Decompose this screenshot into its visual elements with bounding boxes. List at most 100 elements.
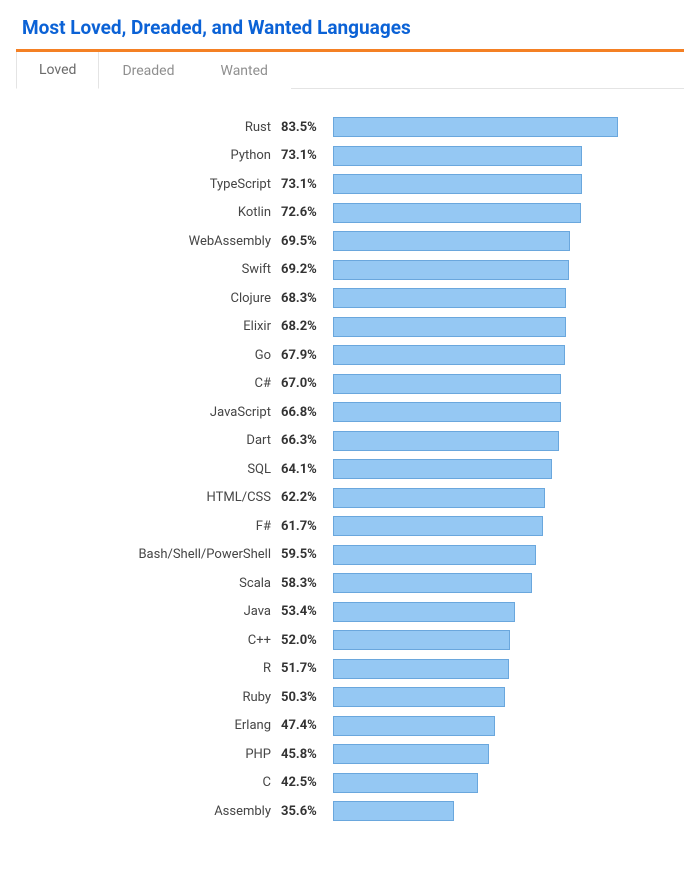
bar xyxy=(333,716,495,736)
bar-track xyxy=(333,402,674,422)
value-label: 72.6% xyxy=(281,205,333,220)
category-label: TypeScript xyxy=(16,177,281,192)
category-label: F# xyxy=(16,519,281,534)
bar xyxy=(333,288,566,308)
tab-wanted[interactable]: Wanted xyxy=(198,52,291,89)
bar xyxy=(333,345,565,365)
bar xyxy=(333,687,505,707)
tab-loved[interactable]: Loved xyxy=(16,52,99,89)
chart-row: TypeScript73.1% xyxy=(16,170,674,199)
category-label: C xyxy=(16,775,281,790)
bar-track xyxy=(333,459,674,479)
tab-dreaded[interactable]: Dreaded xyxy=(99,52,197,89)
bar xyxy=(333,402,561,422)
chart-row: Go67.9% xyxy=(16,341,674,370)
chart-row: Java53.4% xyxy=(16,598,674,627)
chart-row: Rust83.5% xyxy=(16,113,674,142)
value-label: 67.0% xyxy=(281,376,333,391)
category-label: Go xyxy=(16,348,281,363)
page-title: Most Loved, Dreaded, and Wanted Language… xyxy=(22,16,684,39)
value-label: 83.5% xyxy=(281,120,333,135)
tabs: Loved Dreaded Wanted xyxy=(16,49,684,89)
chart-row: Assembly35.6% xyxy=(16,797,674,826)
category-label: Erlang xyxy=(16,718,281,733)
chart-row: Python73.1% xyxy=(16,142,674,171)
value-label: 66.8% xyxy=(281,405,333,420)
category-label: SQL xyxy=(16,462,281,477)
bar xyxy=(333,602,515,622)
category-label: Rust xyxy=(16,120,281,135)
chart-row: Dart66.3% xyxy=(16,427,674,456)
value-label: 69.5% xyxy=(281,234,333,249)
bar xyxy=(333,203,581,223)
value-label: 42.5% xyxy=(281,775,333,790)
bar-chart: Rust83.5%Python73.1%TypeScript73.1%Kotli… xyxy=(16,89,684,826)
bar-track xyxy=(333,431,674,451)
chart-row: F#61.7% xyxy=(16,512,674,541)
tab-label: Wanted xyxy=(221,63,268,79)
bar xyxy=(333,174,582,194)
chart-row: PHP45.8% xyxy=(16,740,674,769)
chart-row: R51.7% xyxy=(16,655,674,684)
bar xyxy=(333,773,478,793)
bar-track xyxy=(333,488,674,508)
value-label: 66.3% xyxy=(281,433,333,448)
category-label: Ruby xyxy=(16,690,281,705)
value-label: 58.3% xyxy=(281,576,333,591)
value-label: 47.4% xyxy=(281,718,333,733)
category-label: C# xyxy=(16,376,281,391)
bar xyxy=(333,260,569,280)
bar xyxy=(333,630,510,650)
value-label: 64.1% xyxy=(281,462,333,477)
category-label: Dart xyxy=(16,433,281,448)
chart-row: WebAssembly69.5% xyxy=(16,227,674,256)
category-label: R xyxy=(16,661,281,676)
bar xyxy=(333,573,532,593)
bar-track xyxy=(333,773,674,793)
bar xyxy=(333,117,618,137)
chart-row: Ruby50.3% xyxy=(16,683,674,712)
bar-track xyxy=(333,545,674,565)
bar-track xyxy=(333,203,674,223)
value-label: 73.1% xyxy=(281,148,333,163)
bar-track xyxy=(333,374,674,394)
value-label: 67.9% xyxy=(281,348,333,363)
chart-row: HTML/CSS62.2% xyxy=(16,484,674,513)
value-label: 35.6% xyxy=(281,804,333,819)
bar-track xyxy=(333,716,674,736)
category-label: C++ xyxy=(16,633,281,648)
value-label: 69.2% xyxy=(281,262,333,277)
value-label: 61.7% xyxy=(281,519,333,534)
bar-track xyxy=(333,630,674,650)
chart-row: Elixir68.2% xyxy=(16,313,674,342)
bar-track xyxy=(333,687,674,707)
category-label: JavaScript xyxy=(16,405,281,420)
value-label: 59.5% xyxy=(281,547,333,562)
bar xyxy=(333,459,552,479)
chart-row: C42.5% xyxy=(16,769,674,798)
bar xyxy=(333,744,489,764)
value-label: 73.1% xyxy=(281,177,333,192)
chart-row: Scala58.3% xyxy=(16,569,674,598)
bar xyxy=(333,488,545,508)
category-label: Python xyxy=(16,148,281,163)
bar-track xyxy=(333,345,674,365)
bar xyxy=(333,516,543,536)
bar-track xyxy=(333,174,674,194)
value-label: 52.0% xyxy=(281,633,333,648)
tab-label: Dreaded xyxy=(122,63,174,79)
bar-track xyxy=(333,602,674,622)
bar xyxy=(333,146,582,166)
bar xyxy=(333,231,570,251)
bar-track xyxy=(333,317,674,337)
bar-track xyxy=(333,516,674,536)
bar-track xyxy=(333,801,674,821)
chart-row: Bash/Shell/PowerShell59.5% xyxy=(16,541,674,570)
chart-row: C++52.0% xyxy=(16,626,674,655)
category-label: WebAssembly xyxy=(16,234,281,249)
bar-track xyxy=(333,288,674,308)
value-label: 53.4% xyxy=(281,604,333,619)
category-label: Swift xyxy=(16,262,281,277)
category-label: Elixir xyxy=(16,319,281,334)
bar xyxy=(333,317,566,337)
